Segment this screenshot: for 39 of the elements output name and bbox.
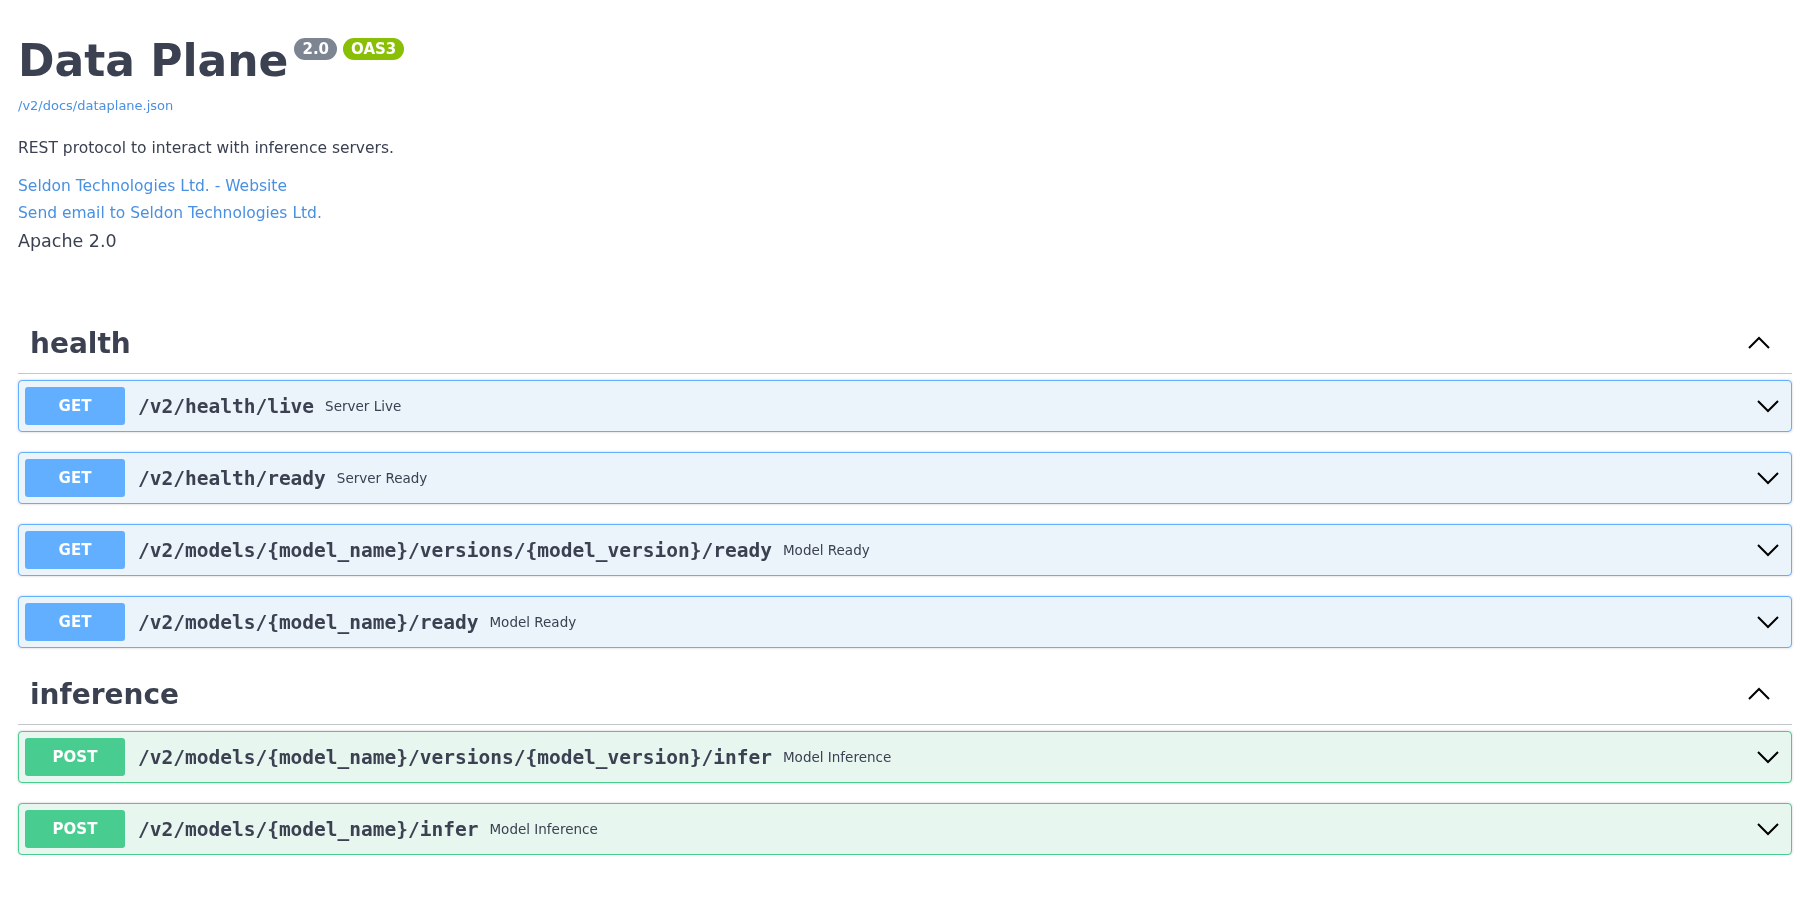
operation-row[interactable]: GET /v2/health/ready Server Ready — [18, 452, 1792, 504]
tag-heading[interactable]: inference — [30, 677, 180, 711]
license-text: Apache 2.0 — [18, 231, 117, 251]
method-badge: GET — [25, 531, 125, 569]
method-badge: GET — [25, 387, 125, 425]
expand-icon — [1757, 543, 1779, 557]
method-badge: GET — [25, 459, 125, 497]
operation-path: /v2/health/live — [138, 394, 315, 418]
operation-path: /v2/models/{model_name}/versions/{model_version}/ready — [138, 538, 772, 562]
operation-summary: Server Live — [325, 398, 402, 414]
operation-row[interactable]: GET /v2/models/{model_name}/versions/{model_version}/ready Model Ready — [18, 524, 1792, 576]
operation-path: /v2/health/ready — [138, 466, 326, 490]
collapse-icon — [1748, 687, 1770, 701]
version-badge: 2.0 — [294, 38, 338, 60]
operation-summary: Server Ready — [336, 470, 428, 486]
method-badge: POST — [25, 810, 125, 848]
operation-row[interactable]: POST /v2/models/{model_name}/versions/{model_version}/infer Model Inference — [18, 731, 1792, 783]
api-description: REST protocol to interact with inference servers. — [18, 139, 395, 157]
collapse-icon — [1748, 336, 1770, 350]
operation-summary: Model Ready — [489, 614, 577, 630]
operation-summary: Model Ready — [782, 542, 870, 558]
operation-summary: Model Inference — [489, 821, 598, 837]
expand-icon — [1757, 615, 1779, 629]
expand-icon — [1757, 399, 1779, 413]
operation-row[interactable]: GET /v2/models/{model_name}/ready Model Ready — [18, 596, 1792, 648]
operation-row[interactable]: GET /v2/health/live Server Live — [18, 380, 1792, 432]
expand-icon — [1757, 822, 1779, 836]
expand-icon — [1757, 750, 1779, 764]
operation-row[interactable]: POST /v2/models/{model_name}/infer Model Inference — [18, 803, 1792, 855]
method-badge: GET — [25, 603, 125, 641]
expand-icon — [1757, 471, 1779, 485]
operation-path: /v2/models/{model_name}/ready — [138, 610, 479, 634]
operation-path: /v2/models/{model_name}/infer — [138, 817, 479, 841]
oas-badge: OAS3 — [343, 38, 405, 60]
api-title: Data Plane — [18, 34, 289, 88]
operation-summary: Model Inference — [782, 749, 892, 765]
operation-path: /v2/models/{model_name}/versions/{model_version}/infer — [138, 745, 772, 769]
tag-heading[interactable]: health — [30, 326, 131, 360]
method-badge: POST — [25, 738, 125, 776]
